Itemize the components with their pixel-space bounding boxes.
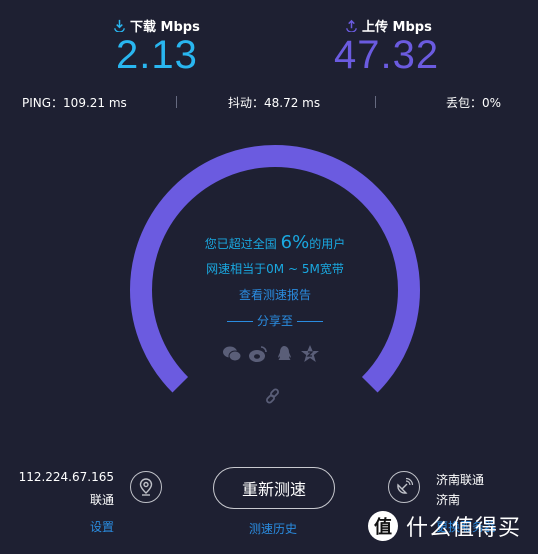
view-report-link[interactable]: 查看测速报告	[175, 286, 375, 303]
weibo-icon[interactable]	[248, 344, 268, 364]
watermark-badge: 值	[368, 511, 398, 541]
percentile-text: 您已超过全国 6%的用户	[204, 232, 346, 253]
location-pin-icon	[139, 478, 153, 496]
percentile-value: 6%	[280, 232, 310, 253]
qq-icon[interactable]	[274, 344, 294, 364]
retest-button[interactable]: 重新测速	[213, 467, 335, 509]
wechat-icon[interactable]	[222, 344, 242, 364]
watermark: 值 什么值得买	[368, 510, 521, 542]
server-city: 济南	[436, 493, 461, 507]
copy-link-icon[interactable]	[264, 387, 282, 405]
bandwidth-equivalent: 网速相当于0M ~ 5M宽带	[206, 262, 344, 276]
server-name: 济南联通	[436, 473, 485, 487]
share-label: 分享至	[175, 312, 375, 329]
qzone-icon[interactable]	[300, 344, 320, 364]
server-icon-wrap	[388, 471, 420, 503]
satellite-dish-icon	[397, 477, 414, 494]
location-icon-wrap	[130, 471, 162, 503]
client-isp: 联通	[89, 493, 114, 507]
settings-link[interactable]: 设置	[90, 518, 114, 535]
watermark-text: 什么值得买	[406, 516, 522, 541]
client-ip: 112.224.67.165	[18, 470, 114, 484]
history-link[interactable]: 测速历史	[249, 520, 297, 537]
